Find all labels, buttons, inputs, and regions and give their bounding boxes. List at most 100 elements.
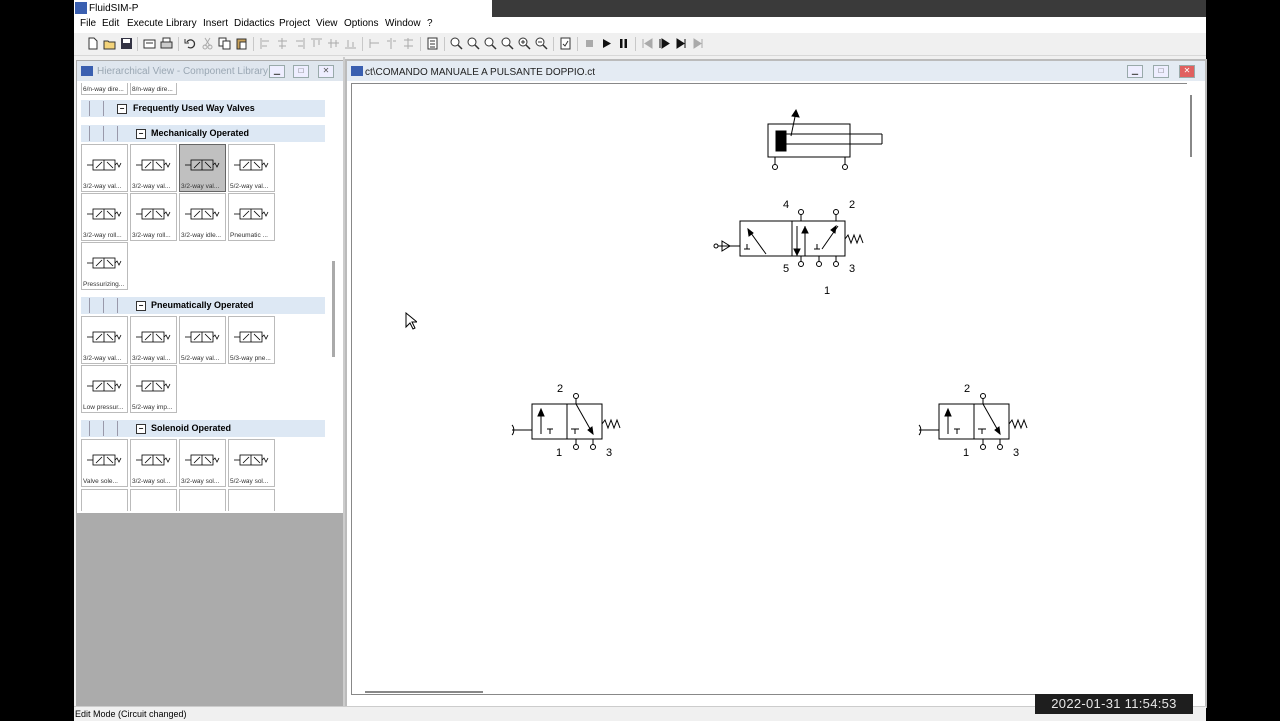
status-text: Edit Mode (Circuit changed): [75, 709, 187, 719]
library-item[interactable]: 3/2-way val...: [81, 144, 128, 192]
align-right-icon[interactable]: [293, 37, 306, 50]
paste-icon[interactable]: [235, 37, 248, 50]
close-button[interactable]: ✕: [318, 65, 334, 78]
flip-icon[interactable]: [385, 37, 398, 50]
library-item[interactable]: [81, 489, 128, 511]
pause-icon[interactable]: [617, 37, 630, 50]
step-end-icon[interactable]: [692, 37, 705, 50]
library-item[interactable]: [228, 489, 275, 511]
library-item[interactable]: 8/n-way dire...: [130, 83, 177, 95]
library-item[interactable]: 6/n-way dire...: [81, 83, 128, 95]
library-item[interactable]: 5/2-way imp...: [130, 365, 177, 413]
save-icon[interactable]: [120, 37, 133, 50]
minimize-button[interactable]: ▁: [1127, 65, 1143, 78]
menu-file[interactable]: File: [80, 18, 96, 29]
menu-options[interactable]: Options: [344, 18, 378, 29]
copy-icon[interactable]: [218, 37, 231, 50]
zoom-in-icon[interactable]: [518, 37, 531, 50]
menu-project[interactable]: Project: [279, 18, 310, 29]
valve-symbol-icon: [87, 380, 122, 392]
library-item[interactable]: 3/2-way sol...: [179, 439, 226, 487]
library-item[interactable]: 5/3-way pne...: [228, 316, 275, 364]
menu-library[interactable]: Library: [166, 18, 197, 29]
parts-list-icon[interactable]: [426, 37, 439, 50]
library-item[interactable]: 3/2-way sol...: [130, 439, 177, 487]
library-item[interactable]: 3/2-way idle...: [179, 193, 226, 241]
library-item[interactable]: Low pressur...: [81, 365, 128, 413]
menu-window[interactable]: Window: [385, 18, 421, 29]
library-item[interactable]: 5/2-way val...: [179, 316, 226, 364]
print-icon[interactable]: [160, 37, 173, 50]
collapse-icon[interactable]: −: [136, 301, 146, 311]
library-item[interactable]: 5/2-way val...: [228, 144, 275, 192]
undo-icon[interactable]: [184, 37, 197, 50]
library-item[interactable]: Pneumatic ...: [228, 193, 275, 241]
print-preview-icon[interactable]: [143, 37, 156, 50]
category-label: Mechanically Operated: [151, 128, 250, 138]
align-middle-icon[interactable]: [327, 37, 340, 50]
stop-icon[interactable]: [583, 37, 596, 50]
circuit-canvas[interactable]: 4 2 5 3 1 2 1 3 2 1 3: [351, 83, 1187, 695]
minimize-button[interactable]: ▁: [269, 65, 285, 78]
category-solenoid-operated[interactable]: − Solenoid Operated: [81, 420, 325, 437]
maximize-button[interactable]: □: [293, 65, 309, 78]
library-item-label: 5/2-way val...: [181, 355, 220, 362]
mirror-icon[interactable]: [402, 37, 415, 50]
library-item[interactable]: 3/2-way val...: [81, 316, 128, 364]
library-item[interactable]: 3/2-way val...: [130, 316, 177, 364]
library-item[interactable]: 3/2-way val...: [130, 144, 177, 192]
menu-insert[interactable]: Insert: [203, 18, 228, 29]
library-item[interactable]: 3/2-way roll...: [130, 193, 177, 241]
vertical-scrollbar-thumb[interactable]: [1190, 95, 1192, 157]
library-item-label: 3/2-way val...: [83, 183, 122, 190]
align-top-icon[interactable]: [310, 37, 323, 50]
library-item[interactable]: Pressurizing...: [81, 242, 128, 290]
five-two-way-valve[interactable]: [713, 209, 864, 267]
double-acting-cylinder[interactable]: [767, 108, 883, 170]
align-center-icon[interactable]: [276, 37, 289, 50]
check-drawing-icon[interactable]: [559, 37, 572, 50]
valve-symbol-icon: [234, 454, 269, 466]
menu-didactics[interactable]: Didactics: [234, 18, 275, 29]
library-item[interactable]: 3/2-way roll...: [81, 193, 128, 241]
cut-icon[interactable]: [201, 37, 214, 50]
category-pneumatically-operated[interactable]: − Pneumatically Operated: [81, 297, 325, 314]
zoom-fit-icon[interactable]: [467, 37, 480, 50]
menu-execute[interactable]: Execute: [127, 18, 163, 29]
menu-view[interactable]: View: [316, 18, 338, 29]
horizontal-scrollbar-thumb[interactable]: [365, 691, 483, 693]
align-bottom-icon[interactable]: [344, 37, 357, 50]
menu-help[interactable]: ?: [427, 18, 433, 29]
menu-edit[interactable]: Edit: [102, 18, 119, 29]
zoom-previous-icon[interactable]: [501, 37, 514, 50]
step-forward-icon[interactable]: [675, 37, 688, 50]
port-label-2: 2: [964, 383, 970, 395]
new-file-icon[interactable]: [86, 37, 99, 50]
library-scrollbar-thumb[interactable]: [332, 261, 335, 357]
library-item-label: 3/2-way roll...: [132, 232, 171, 239]
push-button-valve-left[interactable]: [511, 393, 621, 450]
category-frequently-used[interactable]: − Frequently Used Way Valves: [81, 100, 325, 117]
maximize-button[interactable]: □: [1153, 65, 1169, 78]
reset-icon[interactable]: [641, 37, 654, 50]
library-item[interactable]: 5/2-way sol...: [228, 439, 275, 487]
align-left-icon[interactable]: [259, 37, 272, 50]
collapse-icon[interactable]: −: [117, 104, 127, 114]
open-folder-icon[interactable]: [103, 37, 116, 50]
library-item[interactable]: 3/2-way val...: [179, 144, 226, 192]
zoom-out-icon[interactable]: [535, 37, 548, 50]
single-step-icon[interactable]: [658, 37, 671, 50]
library-item-label: 3/2-way val...: [83, 355, 122, 362]
library-item[interactable]: [179, 489, 226, 511]
zoom-window-icon[interactable]: [484, 37, 497, 50]
rotate-icon[interactable]: [368, 37, 381, 50]
play-icon[interactable]: [600, 37, 613, 50]
library-item[interactable]: [130, 489, 177, 511]
collapse-icon[interactable]: −: [136, 129, 146, 139]
library-item[interactable]: Valve sole...: [81, 439, 128, 487]
close-button[interactable]: ✕: [1179, 65, 1195, 78]
zoom-100-icon[interactable]: [450, 37, 463, 50]
push-button-valve-right[interactable]: [918, 393, 1028, 450]
collapse-icon[interactable]: −: [136, 424, 146, 434]
category-mechanically-operated[interactable]: − Mechanically Operated: [81, 125, 325, 142]
